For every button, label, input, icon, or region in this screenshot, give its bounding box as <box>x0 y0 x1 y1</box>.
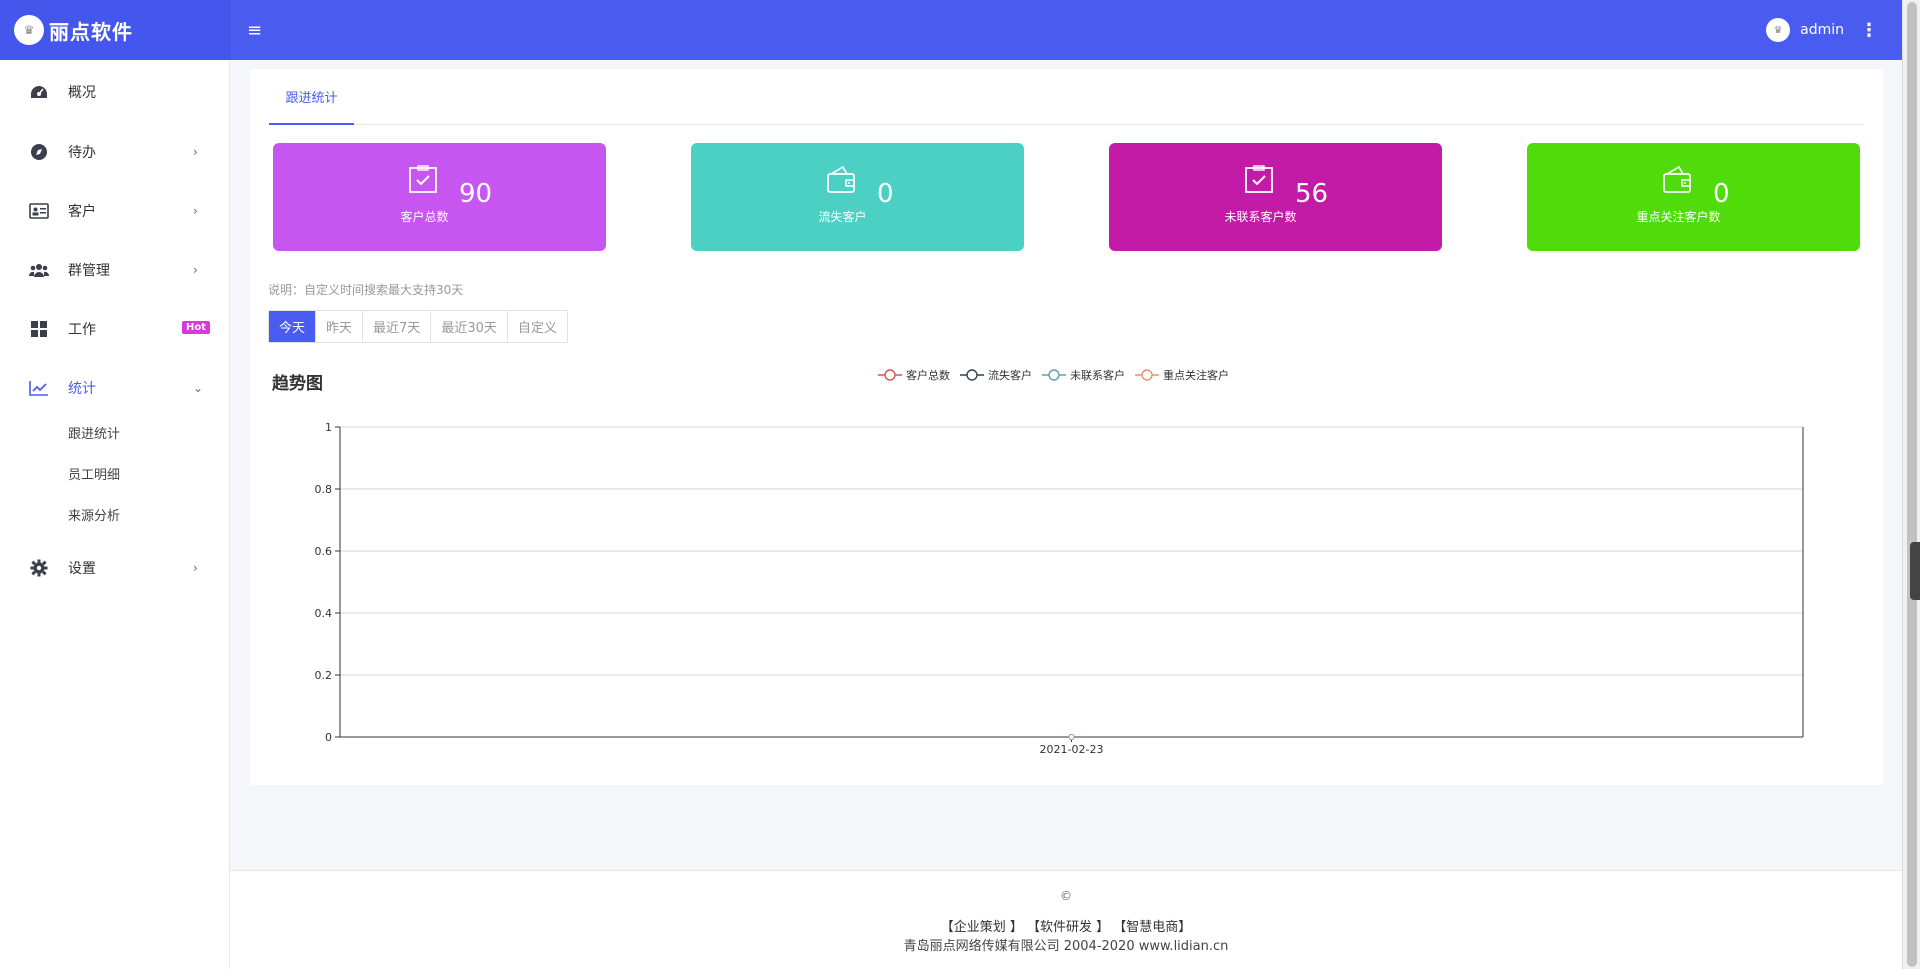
sidebar: 概况 待办 › 客户 › 群管理 › 工作 Hot 统计 ⌄ 跟进统计 员工明细… <box>0 60 230 969</box>
dashboard-icon <box>29 82 49 102</box>
footer: © 【企业策划 】 【软件研发 】 【智慧电商】 青岛丽点网络传媒有限公司 20… <box>230 870 1902 969</box>
company-info: 青岛丽点网络传媒有限公司 2004-2020 www.lidian.cn <box>903 939 1229 954</box>
avatar[interactable]: ♛ <box>1766 18 1791 42</box>
chevron-down-icon: ⌄ <box>193 381 204 395</box>
y-tick-label: 0.2 <box>315 669 333 682</box>
sidebar-subitem-staff-detail[interactable]: 员工明细 <box>68 464 120 483</box>
sidebar-item-label: 概况 <box>68 85 96 101</box>
trend-chart: 0 0.2 0.4 0.6 0.8 1 2021-02-23 <box>315 421 1804 756</box>
logo-icon: ♛ <box>14 15 44 45</box>
sidebar-subitem-source-analysis[interactable]: 来源分析 <box>68 505 120 524</box>
brand[interactable]: ♛ 丽点软件 <box>0 0 229 60</box>
sidebar-item-label: 客户 <box>68 204 96 220</box>
sidebar-subitem-follow-stats[interactable]: 跟进统计 <box>68 423 120 442</box>
sidebar-item-customers[interactable]: 客户 › <box>0 196 230 226</box>
footer-link-ecommerce[interactable]: 【智慧电商】 <box>1113 920 1191 935</box>
sidebar-item-groups[interactable]: 群管理 › <box>0 255 230 285</box>
brand-name: 丽点软件 <box>49 19 133 44</box>
user-area: ♛ admin ⋮ <box>1766 18 1902 42</box>
chevron-right-icon: › <box>193 561 198 575</box>
copyright: © <box>1060 889 1072 903</box>
sidebar-item-label: 设置 <box>68 561 96 577</box>
y-tick-label: 0 <box>325 731 332 744</box>
y-tick-label: 1 <box>325 421 332 434</box>
chevron-right-icon: › <box>193 145 198 159</box>
footer-links: 【企业策划 】 【软件研发 】 【智慧电商】 <box>230 916 1902 935</box>
scrollbar[interactable] <box>1902 0 1920 969</box>
x-tick-label: 2021-02-23 <box>1040 743 1104 756</box>
sidebar-item-settings[interactable]: 设置 › <box>0 553 230 583</box>
main-card: 跟进统计 90 客户总数 0 流失客户 56 未联系客户数 0 重点关注客户数 … <box>250 69 1883 785</box>
y-tick-label: 0.4 <box>315 607 333 620</box>
sidebar-item-work[interactable]: 工作 Hot <box>0 314 230 344</box>
users-icon <box>29 260 49 280</box>
y-tick-label: 0.8 <box>315 483 333 496</box>
grid-icon <box>29 319 49 339</box>
sidebar-item-label: 群管理 <box>68 263 110 279</box>
y-tick-label: 0.6 <box>315 545 333 558</box>
chevron-right-icon: › <box>193 204 198 218</box>
sidebar-item-todo[interactable]: 待办 › <box>0 137 230 167</box>
scrollbar-thumb[interactable] <box>1907 2 1917 967</box>
sidebar-item-label: 待办 <box>68 145 96 161</box>
sidebar-item-label: 工作 <box>68 322 96 338</box>
sidebar-item-statistics[interactable]: 统计 ⌄ <box>0 373 230 403</box>
sidebar-item-label: 统计 <box>68 381 96 397</box>
hot-badge: Hot <box>182 321 211 334</box>
sidebar-item-overview[interactable]: 概况 <box>0 77 230 107</box>
footer-link-planning[interactable]: 【企业策划 】 <box>941 920 1023 935</box>
id-card-icon <box>29 201 49 221</box>
data-point <box>1068 734 1075 740</box>
line-chart-icon <box>29 378 49 398</box>
chevron-right-icon: › <box>193 263 198 277</box>
compass-icon <box>29 142 49 162</box>
username[interactable]: admin <box>1800 22 1844 38</box>
more-vertical-icon[interactable]: ⋮ <box>1860 20 1878 41</box>
side-widget[interactable] <box>1910 542 1920 600</box>
gear-icon <box>29 558 49 578</box>
footer-link-software[interactable]: 【软件研发 】 <box>1027 920 1109 935</box>
menu-toggle-icon[interactable]: ≡ <box>247 20 262 41</box>
top-header: ♛ 丽点软件 ≡ ♛ admin ⋮ <box>0 0 1902 60</box>
